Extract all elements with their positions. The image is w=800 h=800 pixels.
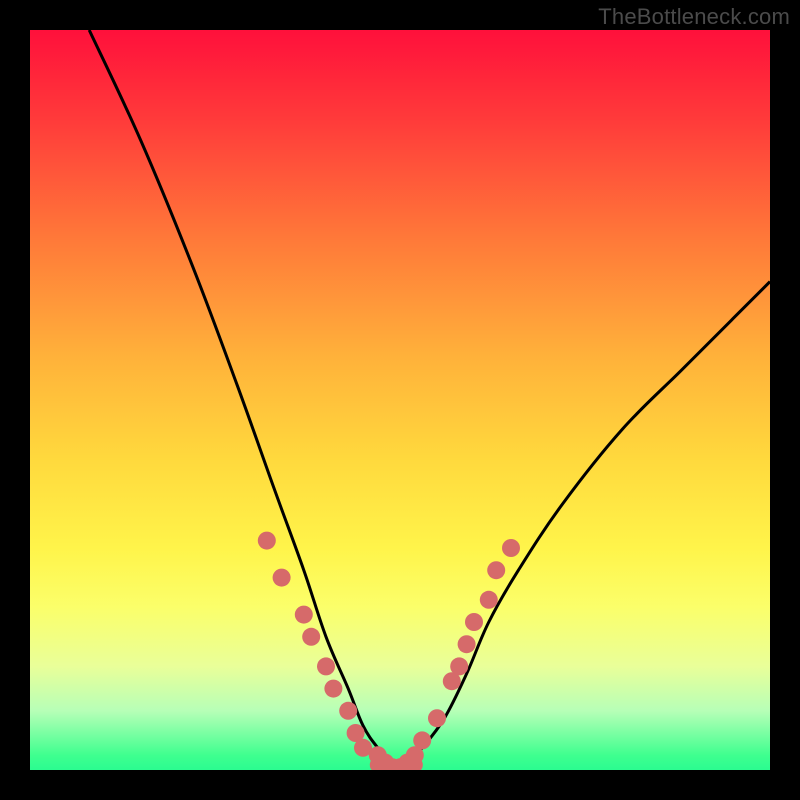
data-marker — [258, 532, 276, 550]
data-marker — [273, 569, 291, 587]
data-marker — [317, 657, 335, 675]
plot-area — [30, 30, 770, 770]
data-marker — [502, 539, 520, 557]
data-marker — [428, 709, 446, 727]
data-marker — [339, 702, 357, 720]
data-marker — [458, 635, 476, 653]
data-marker — [450, 657, 468, 675]
plot-svg — [30, 30, 770, 770]
data-marker — [487, 561, 505, 579]
data-marker — [465, 613, 483, 631]
bottleneck-curve — [89, 30, 770, 765]
data-marker — [302, 628, 320, 646]
marker-layer — [258, 532, 520, 770]
data-marker — [480, 591, 498, 609]
data-marker — [324, 680, 342, 698]
chart-outer: TheBottleneck.com — [0, 0, 800, 800]
watermark-text: TheBottleneck.com — [598, 4, 790, 30]
data-marker — [413, 731, 431, 749]
data-marker — [295, 606, 313, 624]
